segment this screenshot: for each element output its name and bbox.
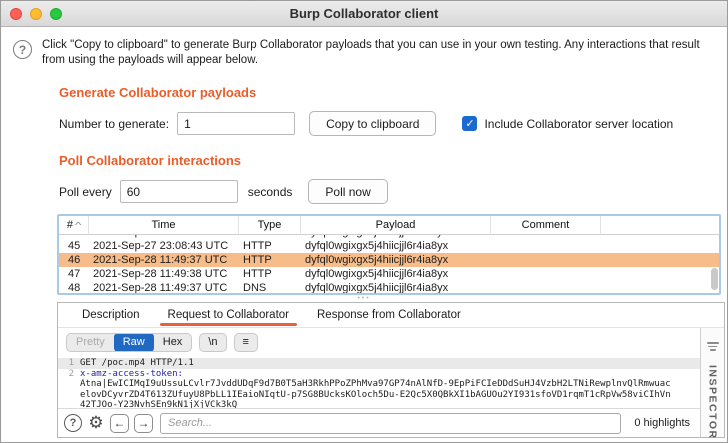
request-line: elovDCyvrZD4T613ZUfuyU8PbLL1IEaioNIqtU-p… — [58, 390, 700, 401]
view-mode-group: Pretty Raw Hex — [66, 333, 192, 352]
table-row[interactable]: 45 2021-Sep-27 23:08:43 UTC HTTP dyfql0w… — [59, 239, 719, 253]
table-row-clipped[interactable]: 2021-Sep-27 23:08:43 UTC dyfql0wgixgx5j4… — [59, 235, 719, 239]
search-next-button[interactable]: → — [134, 414, 153, 433]
table-row[interactable]: 47 2021-Sep-28 11:49:38 UTC HTTP dyfql0w… — [59, 267, 719, 281]
title-bar: Burp Collaborator client — [1, 1, 727, 27]
generate-payloads-heading: Generate Collaborator payloads — [59, 85, 717, 100]
sort-ascending-icon: ^ — [75, 216, 81, 235]
poll-interactions-heading: Poll Collaborator interactions — [59, 153, 717, 168]
poll-every-label: Poll every — [59, 185, 112, 199]
tab-description[interactable]: Description — [70, 303, 152, 327]
table-scrollbar-thumb[interactable] — [711, 268, 718, 290]
column-header-time[interactable]: Time — [89, 216, 239, 235]
inspector-label: INSPECTOR — [707, 365, 719, 440]
arrow-left-icon: ← — [114, 416, 126, 430]
request-line: Atna|EwICIMqI9uUssuLCvlr7JvddUDqF9d7B0T5… — [58, 379, 700, 390]
burp-collaborator-window: Burp Collaborator client ? Click "Copy t… — [0, 0, 728, 443]
tab-request-to-collaborator[interactable]: Request to Collaborator — [156, 303, 301, 327]
inspector-icon — [707, 342, 719, 351]
copy-to-clipboard-button[interactable]: Copy to clipboard — [309, 111, 436, 136]
minimize-window-button[interactable] — [30, 8, 42, 20]
search-input[interactable]: Search... — [160, 413, 621, 434]
info-text: Click "Copy to clipboard" to generate Bu… — [42, 38, 713, 68]
table-row-selected[interactable]: 46 2021-Sep-28 11:49:37 UTC HTTP dyfql0w… — [59, 253, 719, 267]
editor-help-icon[interactable]: ? — [64, 414, 82, 432]
splitter-handle[interactable]: ••• — [1, 295, 727, 302]
zoom-window-button[interactable] — [50, 8, 62, 20]
hex-view-button[interactable]: Hex — [154, 333, 192, 352]
search-previous-button[interactable]: ← — [110, 414, 129, 433]
request-line: 2x-amz-access-token: — [58, 369, 700, 380]
request-line: 42TJOo-Y23NvhSEn9kN1jXjVCk3kQ — [58, 400, 700, 408]
table-row[interactable]: 48 2021-Sep-28 11:49:37 UTC DNS dyfql0wg… — [59, 281, 719, 295]
window-title: Burp Collaborator client — [290, 6, 439, 21]
number-to-generate-input[interactable] — [177, 112, 295, 135]
raw-view-button[interactable]: Raw — [114, 333, 154, 352]
column-header-type[interactable]: Type — [239, 216, 301, 235]
poll-interval-input[interactable] — [120, 180, 238, 203]
tab-response-from-collaborator[interactable]: Response from Collaborator — [305, 303, 473, 327]
highlights-count: 0 highlights — [626, 417, 692, 429]
arrow-right-icon: → — [138, 416, 150, 430]
poll-now-button[interactable]: Poll now — [308, 179, 387, 204]
message-editor-panel: Description Request to Collaborator Resp… — [57, 302, 725, 438]
inspector-panel-tab[interactable]: INSPECTOR — [700, 328, 724, 437]
help-icon: ? — [13, 40, 32, 59]
interactions-table: #^ Time Type Payload Comment 2021-Sep-27… — [57, 214, 721, 295]
seconds-label: seconds — [248, 185, 293, 199]
column-header-number[interactable]: #^ — [59, 216, 89, 235]
request-editor[interactable]: 1GET /poc.mp4 HTTP/1.1 2x-amz-access-tok… — [58, 356, 700, 408]
table-header-row: #^ Time Type Payload Comment — [59, 216, 719, 235]
request-line: 1GET /poc.mp4 HTTP/1.1 — [58, 358, 700, 369]
hamburger-menu-icon: ≡ — [243, 336, 249, 348]
close-window-button[interactable] — [10, 8, 22, 20]
show-newlines-button[interactable]: \n — [199, 333, 226, 352]
include-server-location-label: Include Collaborator server location — [484, 117, 673, 131]
editor-menu-button[interactable]: ≡ — [234, 333, 258, 352]
column-header-comment[interactable]: Comment — [491, 216, 601, 235]
include-server-location-checkbox[interactable]: ✓ — [462, 116, 477, 131]
pretty-view-button[interactable]: Pretty — [67, 333, 114, 352]
number-to-generate-label: Number to generate: — [59, 117, 169, 131]
column-header-payload[interactable]: Payload — [301, 216, 491, 235]
checkmark-icon: ✓ — [465, 117, 474, 130]
editor-settings-gear-icon[interactable]: ⚙ — [87, 414, 105, 432]
